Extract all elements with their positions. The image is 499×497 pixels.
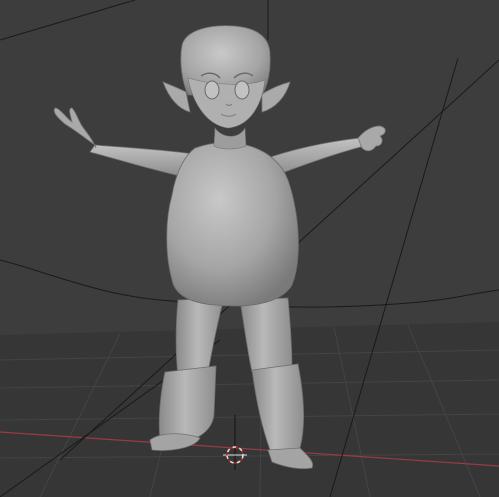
model-head[interactable] xyxy=(162,25,291,129)
left-eye xyxy=(204,80,220,100)
3d-viewport[interactable] xyxy=(0,0,499,497)
model-neck xyxy=(213,126,247,150)
right-eye xyxy=(234,80,250,100)
viewport-scene[interactable] xyxy=(0,0,499,497)
model-torso[interactable] xyxy=(166,142,299,307)
